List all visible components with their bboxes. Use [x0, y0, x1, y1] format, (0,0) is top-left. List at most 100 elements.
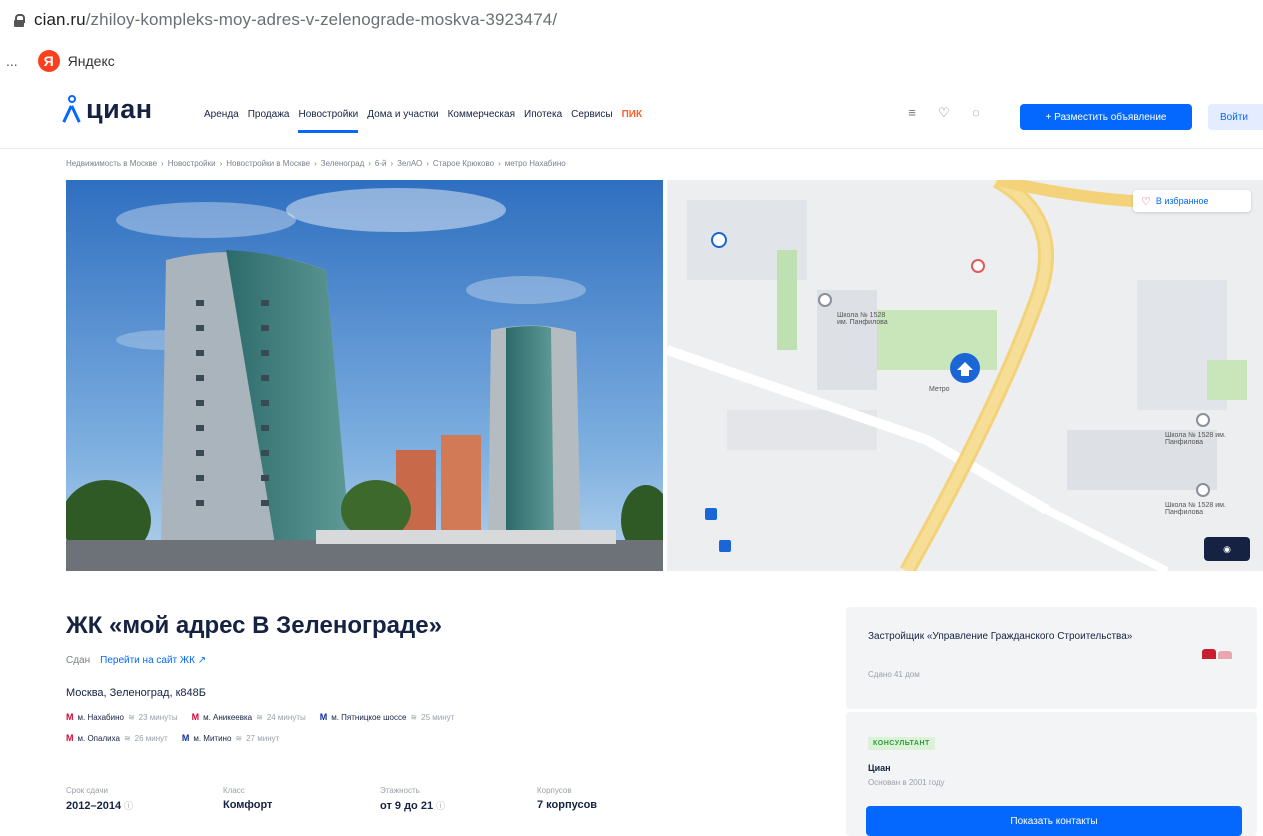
- walk-icon: ≋: [123, 733, 131, 743]
- nav-item[interactable]: Дома и участки: [367, 109, 438, 120]
- metro-station[interactable]: Мм. Аникеевка ≋ 24 минуты: [192, 712, 306, 722]
- spec-value: 7 корпусов: [537, 799, 598, 811]
- spec-item: Класс Комфорт: [223, 786, 380, 812]
- info-icon[interactable]: ⓘ: [124, 801, 133, 811]
- metro-time: 23 минуты: [138, 712, 178, 722]
- map-label-metro: Метро: [929, 386, 950, 393]
- spec-value-row: Комфорт: [223, 799, 380, 811]
- url-text[interactable]: cian.ru/zhiloy-kompleks-moy-adres-v-zele…: [34, 10, 557, 30]
- status-badge: Сдан: [66, 655, 91, 666]
- metro-list-row-2: Мм. Опалиха ≋ 26 минут Мм. Митино ≋ 27 минут: [66, 733, 279, 743]
- heart-icon[interactable]: ♡: [937, 106, 951, 120]
- yandex-icon[interactable]: Я: [37, 50, 60, 72]
- lock-icon: [14, 13, 25, 27]
- breadcrumb-item[interactable]: метро Нахабино: [505, 159, 566, 168]
- breadcrumb-separator: ›: [426, 159, 429, 168]
- spec-value: 2012–2014: [66, 800, 122, 812]
- header-divider: [0, 148, 1263, 149]
- breadcrumb-separator: ›: [390, 159, 394, 168]
- building-photo-image: [66, 180, 663, 571]
- cian-logo[interactable]: циан: [62, 94, 153, 125]
- bookmark-yandex[interactable]: Яндекс: [68, 53, 115, 69]
- metro-time: 25 минут: [421, 712, 455, 722]
- show-contacts-button[interactable]: Показать контакты: [866, 806, 1242, 836]
- metro-icon: М: [66, 712, 74, 722]
- site-header: циан Аренда Продажа Новостройки Дома и учас…: [0, 92, 1263, 144]
- complex-site-link[interactable]: Перейти на сайт ЖК ↗: [100, 655, 206, 666]
- nav-item[interactable]: Коммерческая: [448, 109, 515, 120]
- heart-icon: ♡: [1141, 195, 1151, 208]
- breadcrumb-separator: ›: [498, 159, 501, 168]
- developer-logo-icon: [1202, 645, 1234, 661]
- consultant-badge: КОНСУЛЬТАНТ: [868, 737, 935, 750]
- favorite-button[interactable]: ♡ В избранное: [1133, 190, 1251, 212]
- spec-label: Срок сдачи: [66, 786, 108, 795]
- info-icon[interactable]: ⓘ: [436, 801, 445, 811]
- url-domain: cian.ru: [34, 10, 86, 29]
- spec-item: Этажность от 9 до 21 ⓘ: [380, 786, 537, 812]
- url-path: /zhiloy-kompleks-moy-adres-v-zelenograde…: [85, 10, 558, 29]
- metro-station[interactable]: Мм. Нахабино ≋ 23 минуты: [66, 712, 178, 722]
- nav-item-pik[interactable]: ПИК: [622, 109, 642, 120]
- bell-icon[interactable]: ◌: [969, 106, 983, 120]
- metro-name: м. Нахабино: [77, 712, 124, 722]
- spec-value-row: 7 корпусов: [537, 799, 694, 811]
- metro-station[interactable]: Мм. Опалиха ≋ 26 минут: [66, 733, 168, 743]
- bookmarks-bar: ... Я Яндекс: [0, 44, 1263, 78]
- nav-item[interactable]: Новостройки: [298, 109, 358, 133]
- metro-icon: М: [319, 712, 328, 722]
- spec-label: Класс: [223, 786, 245, 795]
- favorite-label: В избранное: [1155, 196, 1209, 206]
- main-nav: Аренда Продажа Новостройки Дома и участки Ко…: [204, 109, 642, 133]
- breadcrumb: Недвижимость в Москве › Новостройки › Новост…: [66, 159, 566, 168]
- spec-value: Комфорт: [223, 799, 273, 811]
- post-ad-button[interactable]: + Разместить объявление: [1020, 104, 1192, 130]
- walk-icon: ≋: [235, 733, 243, 743]
- breadcrumb-separator: ›: [219, 159, 223, 168]
- map-expand-button[interactable]: ◉: [1204, 537, 1250, 561]
- nav-item[interactable]: Ипотека: [524, 109, 562, 120]
- walk-icon: ≋: [256, 712, 263, 722]
- developer-card[interactable]: Застройщик «Управление Гражданского Стро…: [846, 607, 1257, 709]
- metro-name: м. Митино: [193, 733, 232, 743]
- spec-label: Этажность: [380, 786, 420, 795]
- consultant-name: Циан: [868, 763, 891, 773]
- metro-list-row-1: Мм. Нахабино ≋ 23 минуты Мм. Аникеевка ≋ 24 м…: [66, 712, 454, 722]
- complex-photo[interactable]: [66, 180, 663, 571]
- spec-item: Срок сдачи 2012–2014 ⓘ: [66, 786, 223, 812]
- metro-station[interactable]: Мм. Пятницкое шоссе ≋ 25 минут: [320, 712, 455, 722]
- breadcrumb-item[interactable]: Новостройки: [168, 159, 216, 168]
- breadcrumb-item[interactable]: Старое Крюково: [433, 159, 494, 168]
- nav-item[interactable]: Сервисы: [571, 109, 612, 120]
- metro-name: м. Аникеевка: [203, 712, 253, 722]
- breadcrumb-item[interactable]: Новостройки в Москве: [226, 159, 310, 168]
- address-text[interactable]: Москва, Зеленоград, к848Б: [66, 687, 206, 699]
- map-label-school: Школа № 1528 им. Панфилова: [837, 312, 888, 326]
- breadcrumb-item[interactable]: Недвижимость в Москве: [66, 159, 157, 168]
- breadcrumb-item[interactable]: 6-й: [375, 159, 387, 168]
- nav-item[interactable]: Продажа: [248, 109, 290, 120]
- consultant-founded: Основан в 2001 году: [868, 778, 945, 787]
- spec-value-row: от 9 до 21 ⓘ: [380, 799, 537, 812]
- nav-item[interactable]: Аренда: [204, 109, 239, 120]
- developer-stats: Сдано 41 дом: [868, 670, 920, 679]
- bookmarks-more[interactable]: ...: [6, 53, 18, 69]
- metro-station[interactable]: Мм. Митино ≋ 27 минут: [182, 733, 279, 743]
- compare-icon[interactable]: ≡: [905, 106, 919, 120]
- location-map[interactable]: Школа № 1528 им. Панфилова Метро Школа №…: [667, 180, 1263, 571]
- metro-icon: М: [181, 733, 190, 743]
- spec-value: от 9 до 21: [380, 800, 434, 812]
- metro-icon: М: [191, 712, 200, 722]
- metro-time: 27 минут: [246, 733, 280, 743]
- page-title: ЖК «мой адрес В Зеленограде»: [66, 612, 442, 639]
- complex-specs: Срок сдачи 2012–2014 ⓘ Класс Комфорт Этажност…: [66, 786, 694, 812]
- cian-logo-icon: [62, 95, 82, 125]
- logo-text: циан: [86, 94, 153, 124]
- breadcrumb-item[interactable]: Зеленоград: [321, 159, 364, 168]
- header-icons: ≡ ♡ ◌: [905, 106, 983, 120]
- developer-name[interactable]: Застройщик «Управление Гражданского Стро…: [868, 629, 1168, 644]
- walk-icon: ≋: [410, 712, 418, 722]
- breadcrumb-item[interactable]: ЗелАО: [397, 159, 422, 168]
- address-bar[interactable]: cian.ru/zhiloy-kompleks-moy-adres-v-zele…: [0, 0, 1263, 40]
- login-button[interactable]: Войти: [1208, 104, 1263, 130]
